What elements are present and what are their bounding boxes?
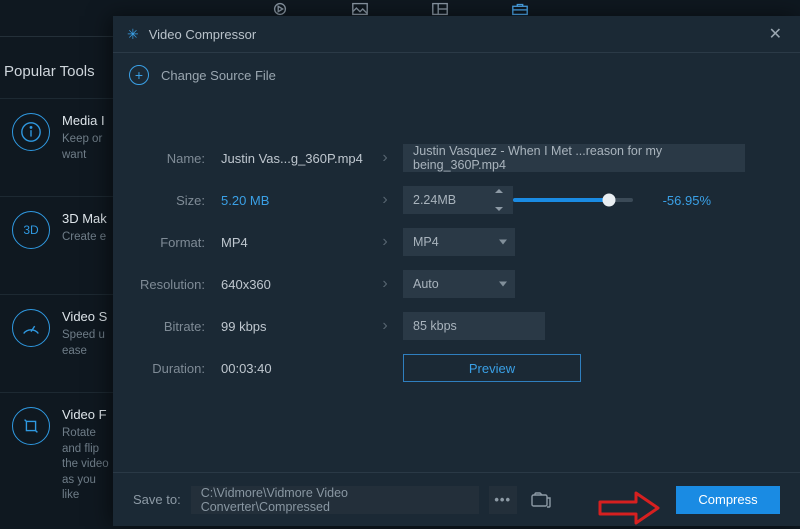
size-stepper[interactable] [495,189,507,211]
current-size: 5.20 MB [221,193,371,208]
preview-button[interactable]: Preview [403,354,581,382]
row-size: Size: 5.20 MB › 2.24MB -56.95% [129,179,776,221]
chevron-right-icon: › [371,275,399,293]
current-bitrate: 99 kbps [221,319,371,334]
current-duration: 00:03:40 [221,361,371,376]
card-sub: Create e [62,230,107,246]
card-title: Media I [62,113,113,128]
info-icon [12,113,50,151]
current-resolution: 640x360 [221,277,371,292]
row-resolution: Resolution: 640x360 › Auto [129,263,776,305]
row-format: Format: MP4 › MP4 [129,221,776,263]
compressor-logo-icon: ✳ [127,26,139,43]
open-folder-icon[interactable] [527,486,555,514]
card-title: 3D Mak [62,211,107,226]
dialog-header: ✳ Video Compressor ✕ [113,16,800,52]
current-format: MP4 [221,235,371,250]
popular-tools-heading: Popular Tools [0,36,113,98]
card-sub: Rotate and flip the video as you like [62,426,113,504]
popular-tools-panel: Popular Tools Media I Keep or want 3D 3D … [0,36,113,526]
change-source-label: Change Source File [161,68,276,83]
plus-icon: + [129,65,149,85]
tool-card[interactable]: 3D 3D Mak Create e [0,196,113,294]
browse-button[interactable]: ••• [489,486,517,514]
save-to-label: Save to: [133,492,181,507]
label-format: Format: [129,235,221,250]
label-duration: Duration: [129,361,221,376]
row-duration: Duration: 00:03:40 › Preview [129,347,776,389]
tool-card[interactable]: Video S Speed u ease [0,294,113,392]
compress-button[interactable]: Compress [676,486,780,514]
chevron-right-icon: › [371,191,399,209]
chevron-right-icon: › [371,149,399,167]
resolution-select[interactable]: Auto [403,270,515,298]
label-bitrate: Bitrate: [129,319,221,334]
dialog-footer: Save to: C:\Vidmore\Vidmore Video Conver… [113,472,800,526]
chevron-down-icon [499,282,507,287]
size-slider[interactable] [513,198,633,202]
size-percent: -56.95% [651,193,711,208]
card-title: Video S [62,309,113,324]
label-size: Size: [129,193,221,208]
save-path-field[interactable]: C:\Vidmore\Vidmore Video Converter\Compr… [191,486,479,514]
row-name: Name: Justin Vas...g_360P.mp4 › Justin V… [129,137,776,179]
name-input[interactable]: Justin Vasquez - When I Met ...reason fo… [403,144,745,172]
dialog-title: Video Compressor [149,27,256,42]
change-source-row[interactable]: + Change Source File [113,53,800,97]
dialog-body: Name: Justin Vas...g_360P.mp4 › Justin V… [113,97,800,472]
annotation-arrow-icon [598,490,660,529]
card-sub: Keep or want [62,132,113,163]
tool-card[interactable]: Video FRotate and flip the video as you … [0,392,113,490]
size-input[interactable]: 2.24MB [403,186,513,214]
chevron-down-icon [499,240,507,245]
card-title: Video F [62,407,113,422]
gauge-icon [12,309,50,347]
format-select[interactable]: MP4 [403,228,515,256]
3d-icon: 3D [12,211,50,249]
row-bitrate: Bitrate: 99 kbps › 85 kbps [129,305,776,347]
video-compressor-dialog: ✳ Video Compressor ✕ + Change Source Fil… [113,16,800,526]
card-sub: Speed u ease [62,328,113,359]
chevron-right-icon: › [371,233,399,251]
label-name: Name: [129,151,221,166]
chevron-right-icon: › [371,317,399,335]
bitrate-value: 85 kbps [403,312,545,340]
tool-card[interactable]: Media I Keep or want [0,98,113,196]
rotate-icon [12,407,50,445]
label-resolution: Resolution: [129,277,221,292]
current-name: Justin Vas...g_360P.mp4 [221,151,371,166]
close-icon[interactable]: ✕ [765,20,786,48]
